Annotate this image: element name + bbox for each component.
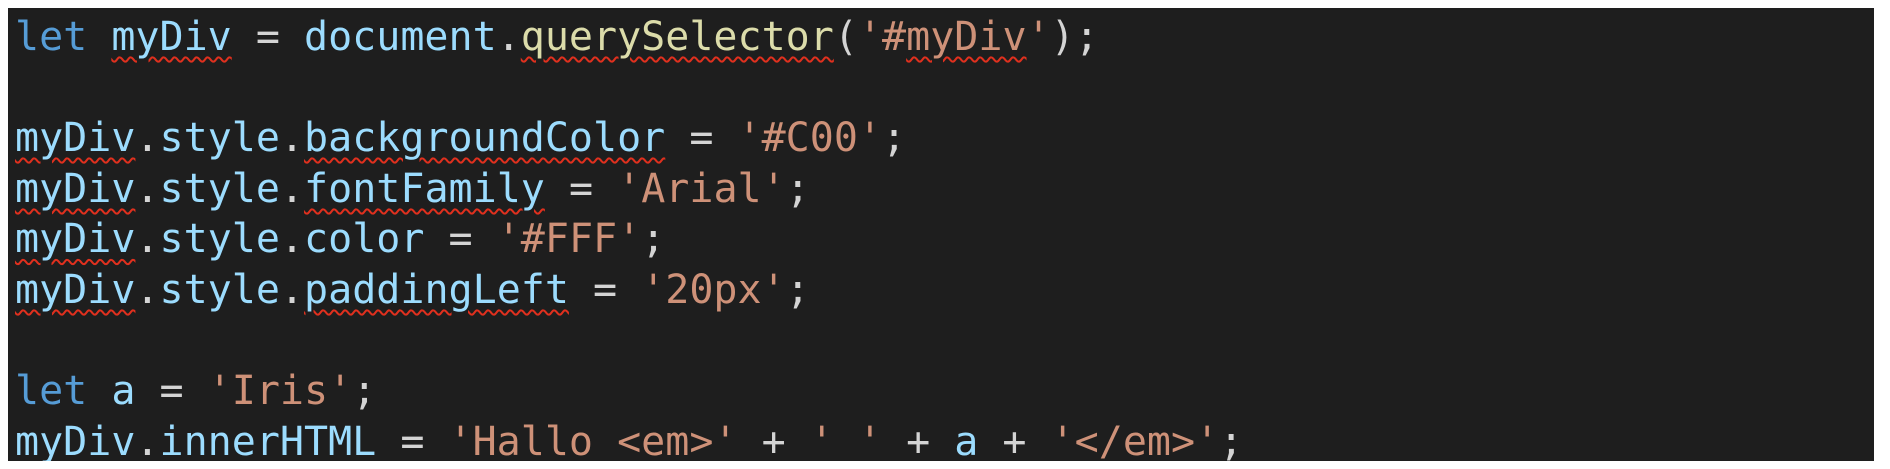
code-line: let a = 'Iris';	[15, 366, 1874, 417]
code-token: .	[279, 165, 305, 212]
code-token: +	[882, 418, 955, 461]
code-token: '	[1026, 14, 1051, 60]
code-token: =	[424, 216, 497, 263]
code-block: let myDiv = document.querySelector('#myD…	[15, 12, 1874, 461]
code-token: a	[954, 418, 979, 461]
code-token: =	[135, 368, 208, 415]
code-token: let	[15, 368, 88, 415]
code-token: .	[135, 115, 160, 162]
code-token: 'Hallo <em>'	[448, 418, 738, 461]
code-token: fontFamily	[304, 165, 545, 212]
code-token: =	[231, 14, 305, 60]
code-token: ;	[1219, 418, 1244, 461]
code-token: paddingLeft	[304, 266, 569, 313]
code-token: ;	[352, 368, 377, 415]
code-line: let myDiv = document.querySelector('#myD…	[15, 12, 1874, 63]
code-token: .	[135, 165, 160, 212]
code-token: +	[737, 418, 810, 461]
code-token: '#FFF'	[496, 216, 642, 263]
code-token: '#C00'	[737, 115, 883, 162]
code-token: '20px'	[641, 266, 786, 313]
code-token: style	[159, 115, 280, 162]
code-token: style	[159, 216, 280, 263]
code-line: myDiv.style.fontFamily = 'Arial';	[15, 164, 1874, 215]
code-line: myDiv.style.color = '#FFF';	[15, 214, 1874, 265]
code-token: .	[135, 418, 160, 461]
code-token: backgroundColor	[304, 115, 666, 162]
code-token: myDiv	[15, 115, 136, 162]
code-token: =	[376, 418, 449, 461]
code-token: style	[159, 165, 280, 212]
code-token: ;	[785, 266, 810, 313]
code-token: ' '	[809, 418, 882, 461]
code-token: ;	[641, 216, 666, 263]
code-token: .	[279, 266, 305, 313]
code-token: );	[1050, 14, 1099, 60]
code-token: document	[304, 14, 497, 60]
code-token: .	[279, 216, 305, 263]
code-token: color	[304, 216, 425, 263]
code-token: +	[978, 418, 1051, 461]
code-token: 'Iris'	[207, 368, 353, 415]
code-token: innerHTML	[159, 418, 377, 461]
code-token: '</em>'	[1050, 418, 1220, 461]
code-token: ;	[785, 165, 810, 212]
code-token: myDiv	[906, 14, 1027, 60]
code-token: .	[496, 14, 521, 60]
code-token: a	[111, 368, 136, 415]
code-token: =	[665, 115, 738, 162]
code-token: myDiv	[15, 216, 136, 263]
code-token: =	[544, 165, 618, 212]
code-line: myDiv.style.backgroundColor = '#C00';	[15, 113, 1874, 164]
code-token: myDiv	[15, 165, 136, 212]
code-token: '#	[857, 14, 907, 60]
code-token: myDiv	[15, 266, 136, 313]
code-token: .	[135, 216, 160, 263]
code-token: 'Arial'	[617, 165, 786, 212]
code-token: (	[833, 14, 858, 60]
code-editor[interactable]: let myDiv = document.querySelector('#myD…	[8, 8, 1874, 461]
code-token: style	[159, 266, 280, 313]
code-token: querySelector	[520, 14, 834, 60]
code-token: .	[135, 266, 160, 313]
code-token: ;	[882, 115, 907, 162]
code-token: myDiv	[111, 14, 232, 60]
code-line: myDiv.style.paddingLeft = '20px';	[15, 265, 1874, 316]
code-token: myDiv	[15, 418, 136, 461]
code-token: let	[15, 14, 88, 60]
code-token: =	[568, 266, 642, 313]
code-token: .	[279, 115, 305, 162]
code-line: myDiv.innerHTML = 'Hallo <em>' + ' ' + a…	[15, 417, 1874, 461]
